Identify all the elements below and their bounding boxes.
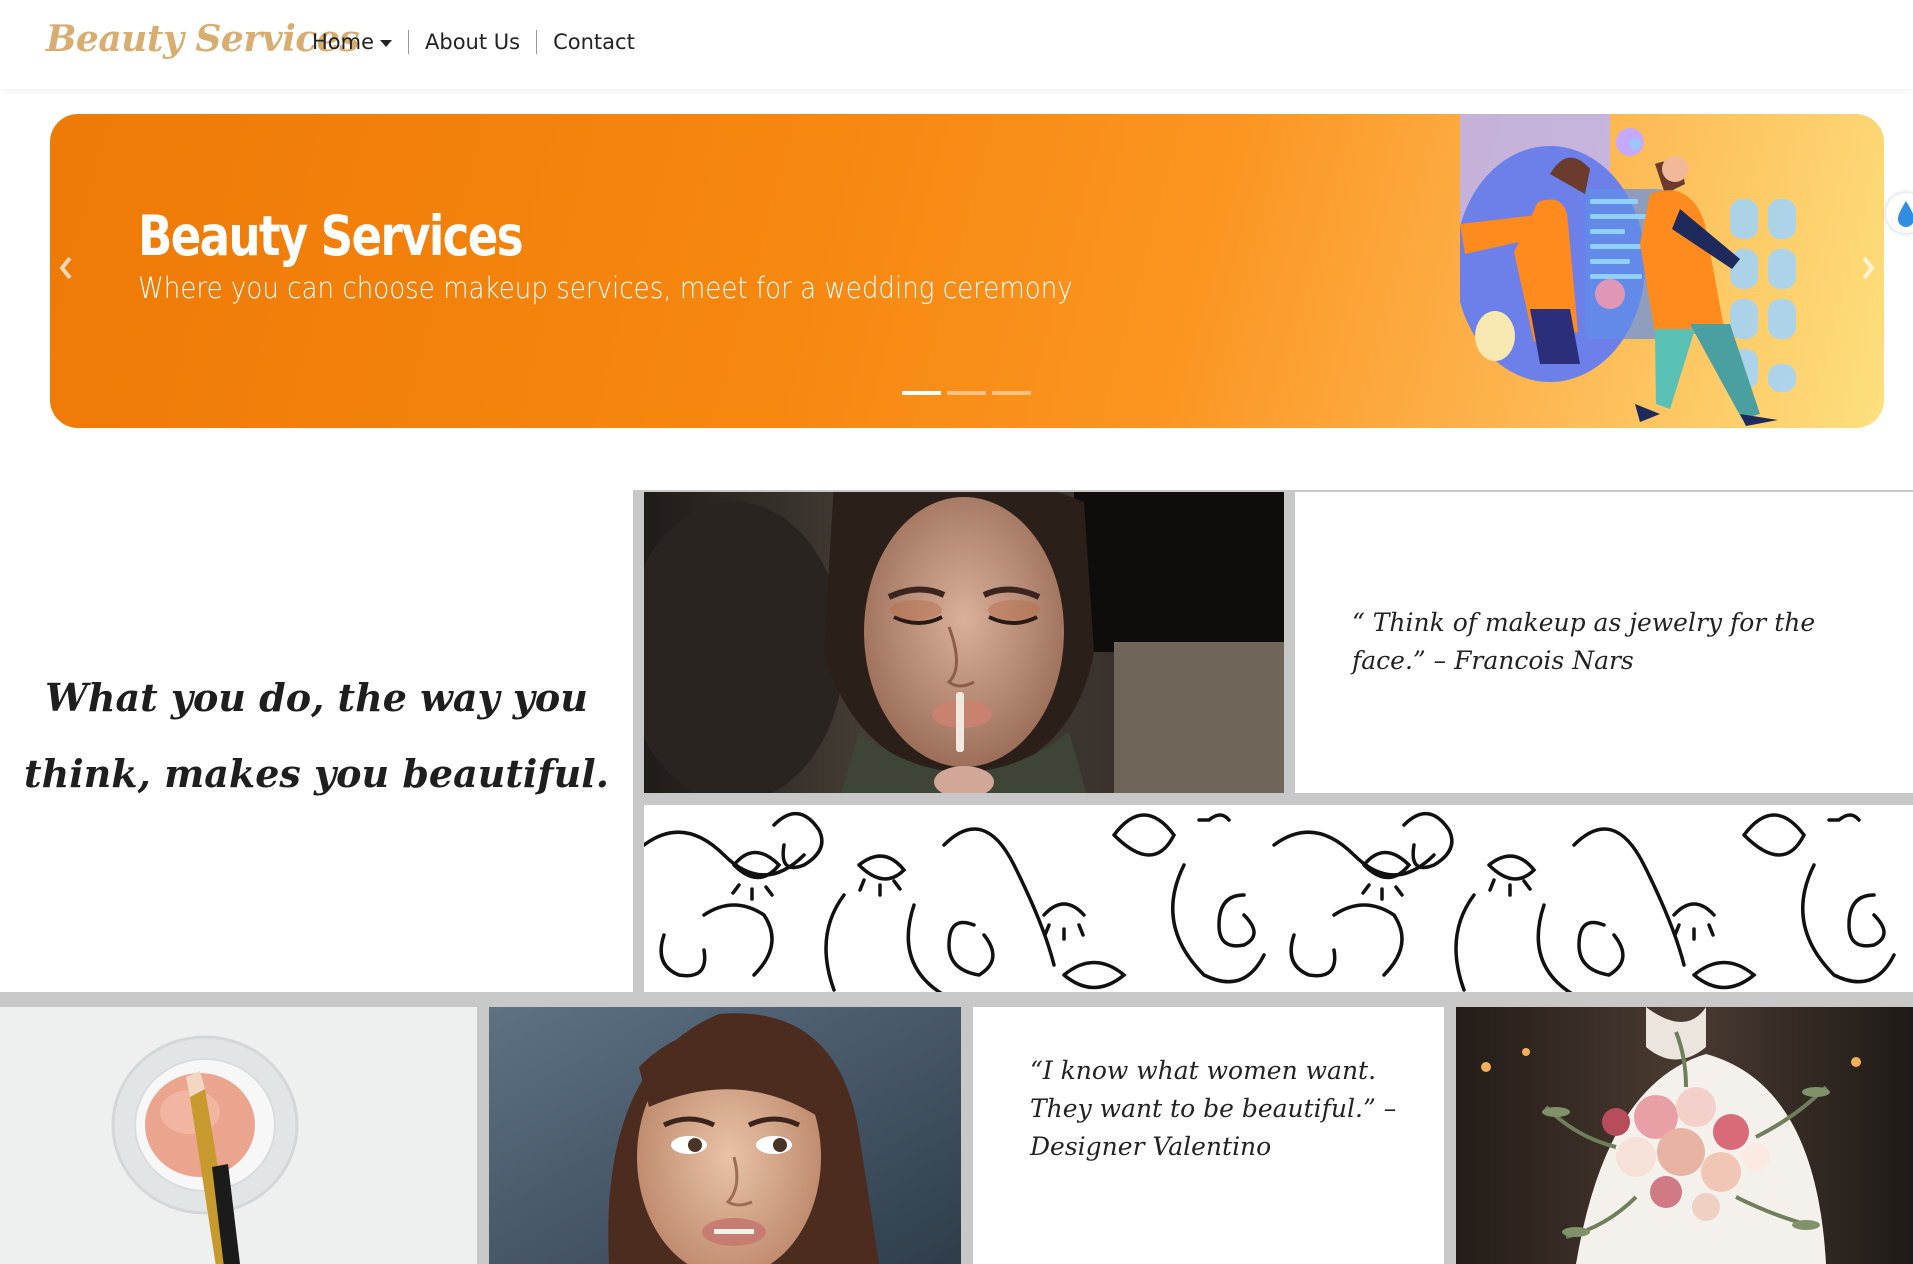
nav-divider — [536, 30, 538, 54]
water-drop-icon — [1898, 201, 1913, 227]
makeup-powder-brush-image — [0, 1007, 477, 1264]
chevron-right-icon — [1862, 256, 1875, 280]
quote-card-valentino: “I know what women want. They want to be… — [973, 1007, 1444, 1264]
caret-down-icon — [380, 39, 393, 47]
chevron-left-icon — [59, 256, 72, 280]
woman-applying-lip-gloss-image — [644, 492, 1284, 793]
carousel-next-button[interactable] — [1856, 248, 1880, 288]
hero-carousel: Beauty Services Where you can choose mak… — [50, 114, 1884, 428]
quote-text-francois-nars: “ Think of makeup as jewelry for the fac… — [1352, 608, 1816, 675]
gallery-grid: What you do, the way you think, makes yo… — [0, 490, 1913, 1264]
carousel-indicators — [902, 391, 1031, 395]
nav-item-contact-label: Contact — [553, 30, 635, 54]
hero-title: Beauty Services — [138, 204, 524, 268]
bridal-bouquet-image — [1456, 1007, 1913, 1264]
photo-woman-lip-gloss — [644, 492, 1284, 793]
hero-subtitle: Where you can choose makeup services, me… — [138, 271, 1073, 305]
quote-card-francois-nars: “ Think of makeup as jewelry for the fac… — [1295, 492, 1913, 793]
navbar: Beauty Services Home About Us Contact — [0, 0, 1913, 89]
nav-item-home-label: Home — [312, 30, 375, 54]
hero-illustration — [1460, 114, 1796, 426]
carousel-prev-button[interactable] — [54, 248, 78, 288]
line-art-faces-image — [644, 805, 1913, 992]
carousel-indicator-3[interactable] — [992, 391, 1031, 395]
main-quote-block: What you do, the way you think, makes yo… — [0, 490, 633, 992]
nav-item-contact[interactable]: Contact — [553, 30, 635, 54]
line-art-faces-pattern — [644, 805, 1913, 992]
floating-widget-button[interactable] — [1886, 193, 1913, 233]
nav-item-home[interactable]: Home — [312, 30, 393, 54]
carousel-indicator-2[interactable] — [947, 391, 986, 395]
nav-item-about-us-label: About Us — [425, 30, 521, 54]
photo-woman-portrait — [489, 1007, 961, 1264]
main-nav: Home About Us Contact — [312, 30, 635, 54]
nav-divider — [408, 30, 410, 54]
woman-portrait-image — [489, 1007, 961, 1264]
photo-bridal-bouquet — [1456, 1007, 1913, 1264]
carousel-indicator-1[interactable] — [902, 391, 941, 395]
nav-item-about-us[interactable]: About Us — [425, 30, 520, 54]
photo-makeup-powder-brush — [0, 1007, 477, 1264]
main-quote-text: What you do, the way you think, makes yo… — [24, 675, 609, 796]
quote-text-valentino: “I know what women want. They want to be… — [1030, 1056, 1397, 1161]
